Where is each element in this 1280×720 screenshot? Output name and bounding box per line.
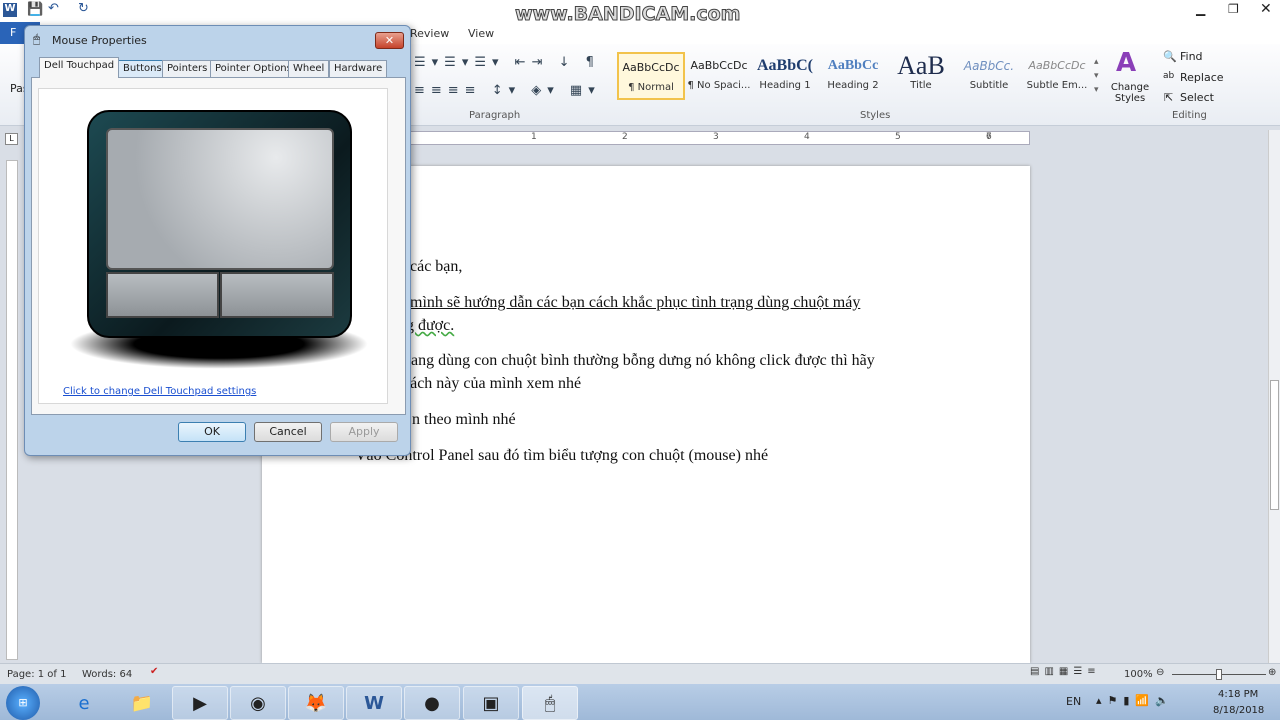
zoom-in-button[interactable]: ⊕: [1268, 667, 1276, 678]
taskbar-control-panel-icon[interactable]: ▣: [463, 686, 519, 720]
dialog-title: Mouse Properties: [52, 34, 147, 47]
ok-button[interactable]: OK: [178, 422, 246, 442]
taskbar-word-icon[interactable]: W: [346, 686, 402, 720]
touchpad-left-button: [106, 272, 219, 318]
restore-icon[interactable]: ❐: [1228, 2, 1239, 16]
language-indicator[interactable]: EN: [1066, 695, 1081, 708]
vertical-ruler: [6, 160, 18, 660]
tab-stop-selector[interactable]: L: [5, 133, 18, 145]
redo-icon[interactable]: ↻: [78, 1, 89, 16]
taskbar-bandicam-icon[interactable]: ●: [404, 686, 460, 720]
proofing-icon[interactable]: ✔: [150, 666, 158, 677]
minimize-icon[interactable]: ▁: [1196, 2, 1205, 16]
replace-button[interactable]: Replace: [1180, 71, 1224, 84]
zoom-slider-thumb[interactable]: [1216, 669, 1222, 680]
tab-buttons[interactable]: Buttons: [118, 60, 167, 78]
paragraph-group-label: Paragraph: [469, 110, 521, 121]
styles-group-label: Styles: [860, 110, 891, 121]
touchpad-image: [87, 110, 352, 338]
styles-scroll[interactable]: ▴ ▾ ▾: [1094, 55, 1099, 97]
style-heading-2[interactable]: AaBbCc Heading 2: [819, 52, 887, 100]
doc-line: y mình sẽ hướng dẫn các bạn cách khắc ph…: [398, 294, 861, 311]
taskbar-ie-icon[interactable]: e: [56, 686, 112, 720]
touchpad-surface: [106, 128, 334, 270]
mouse-properties-dialog: 🖱 Mouse Properties ✕ Dell Touchpad Butto…: [24, 25, 411, 456]
change-styles-icon: A: [1116, 48, 1137, 78]
style-subtle-emphasis[interactable]: AaBbCcDc Subtle Em...: [1023, 52, 1091, 100]
horizontal-ruler[interactable]: 1 2 3 4 5 6 7: [410, 131, 1030, 145]
doc-line: đang dùng con chuột bình thường bỗng dưn…: [403, 352, 875, 369]
vertical-scrollbar[interactable]: [1268, 130, 1280, 663]
style-no-spacing[interactable]: AaBbCcDc ¶ No Spaci...: [685, 52, 753, 100]
touchpad-box: Click to change Dell Touchpad settings: [38, 88, 388, 404]
find-button[interactable]: Find: [1180, 50, 1203, 63]
page-count[interactable]: Page: 1 of 1: [7, 669, 66, 680]
close-icon[interactable]: ✕: [1260, 1, 1272, 17]
scrollbar-thumb[interactable]: [1270, 380, 1279, 510]
title-bar: W 💾 ↶ ↻ www.BANDICAM.com ▁ ❐ ✕: [0, 0, 1280, 26]
style-heading-1[interactable]: AaBbC(Heading 1: [751, 52, 819, 100]
tab-view[interactable]: View: [468, 27, 494, 40]
apply-button[interactable]: Apply: [330, 422, 398, 442]
doc-line: n theo mình nhé: [412, 411, 516, 428]
zoom-out-button[interactable]: ⊖: [1156, 667, 1164, 678]
ruler-tick: 7: [986, 132, 992, 142]
tray-icons[interactable]: ▴⚑▮📶🔈: [1096, 694, 1175, 707]
replace-icon: ab: [1163, 71, 1175, 81]
tab-pointers[interactable]: Pointers: [162, 60, 213, 78]
touchpad-settings-link[interactable]: Click to change Dell Touchpad settings: [63, 386, 256, 397]
mouse-icon: 🖱: [33, 32, 41, 46]
taskbar-firefox-icon[interactable]: 🦊: [288, 686, 344, 720]
tab-pointer-options[interactable]: Pointer Options: [210, 60, 297, 78]
tab-review[interactable]: Review: [410, 27, 449, 40]
ruler-tick: 3: [713, 132, 719, 142]
paragraph-tools-row1[interactable]: ☰▾☰▾☰▾ ⇤⇥ ↓ ¶: [414, 55, 600, 70]
dialog-close-button[interactable]: ✕: [375, 32, 404, 49]
select-icon: ⇱: [1164, 91, 1174, 104]
start-button[interactable]: ⊞: [6, 686, 40, 720]
cancel-button[interactable]: Cancel: [254, 422, 322, 442]
style-title[interactable]: AaB Title: [887, 52, 955, 100]
status-bar: Page: 1 of 1 Words: 64 ✔ ▤▥▦☰≡ 100% ⊖ ⊕: [0, 663, 1280, 684]
word-icon: W: [3, 3, 17, 17]
doc-line: Vào Control Panel sau đó tìm biểu tượng …: [355, 447, 769, 464]
tab-panel: Click to change Dell Touchpad settings: [31, 77, 406, 415]
undo-icon[interactable]: ↶: [48, 1, 59, 16]
save-icon[interactable]: 💾: [27, 2, 43, 17]
style-subtitle[interactable]: AaBbCc. Subtitle: [955, 52, 1023, 100]
word-count[interactable]: Words: 64: [82, 669, 132, 680]
clock-time[interactable]: 4:18 PM: [1218, 689, 1258, 700]
taskbar-mouse-icon[interactable]: 🖱: [522, 686, 578, 720]
ruler-tick: 1: [531, 132, 537, 142]
doc-line: cách này của mình xem nhé: [403, 375, 582, 392]
change-styles-button[interactable]: Change Styles: [1110, 82, 1150, 104]
ruler-tick: 5: [895, 132, 901, 142]
editing-group-label: Editing: [1172, 110, 1207, 121]
tab-dell-touchpad[interactable]: Dell Touchpad: [39, 57, 120, 78]
zoom-level[interactable]: 100%: [1124, 669, 1153, 680]
tab-hardware[interactable]: Hardware: [329, 60, 388, 78]
clock-date[interactable]: 8/18/2018: [1213, 705, 1264, 716]
taskbar-chrome-icon[interactable]: ◉: [230, 686, 286, 720]
taskbar-media-icon[interactable]: ▶: [172, 686, 228, 720]
find-icon: 🔍: [1163, 50, 1177, 63]
ruler-tick: 4: [804, 132, 810, 142]
select-button[interactable]: Select: [1180, 91, 1214, 104]
taskbar-explorer-icon[interactable]: 📁: [114, 686, 170, 720]
paragraph-tools-row2[interactable]: ≡≡≡≡ ↕▾ ◈▾ ▦▾: [414, 83, 601, 98]
touchpad-right-button: [220, 272, 334, 318]
ruler-tick: 2: [622, 132, 628, 142]
tab-wheel[interactable]: Wheel: [288, 60, 330, 78]
style-normal[interactable]: AaBbCcDc ¶ Normal: [617, 52, 685, 100]
view-buttons[interactable]: ▤▥▦☰≡: [1030, 666, 1101, 677]
